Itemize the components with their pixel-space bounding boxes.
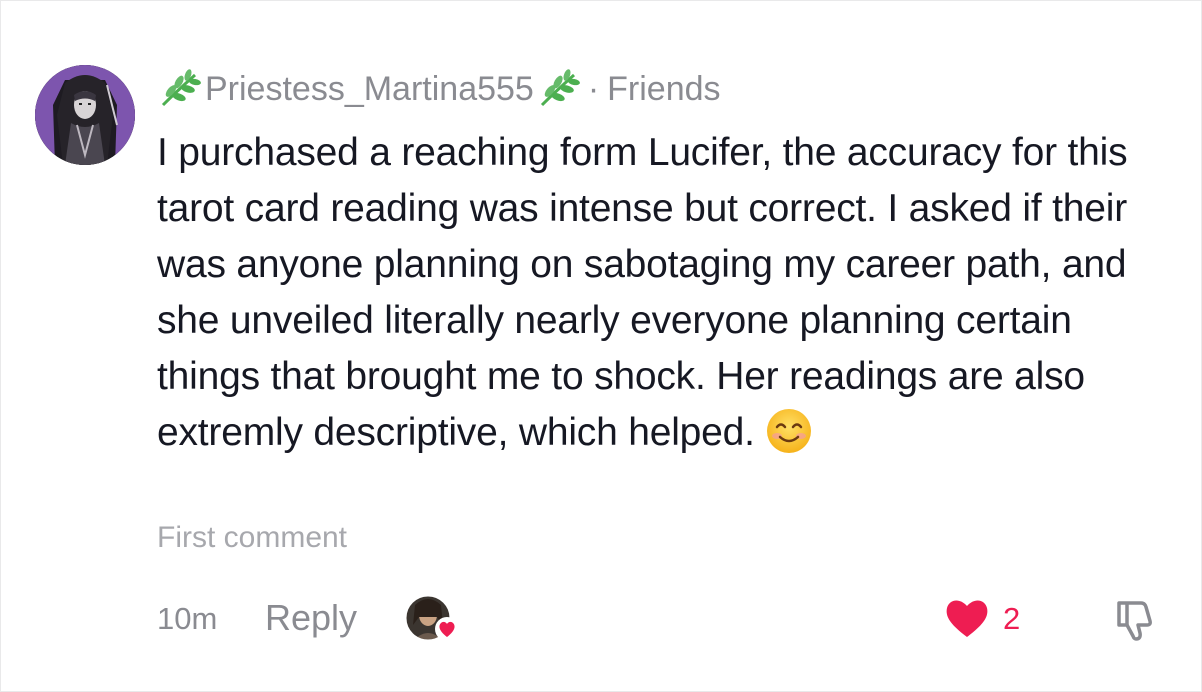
herb-icon <box>157 69 201 109</box>
creator-liked-avatar <box>405 595 459 641</box>
commenter-avatar[interactable] <box>35 65 135 165</box>
comment-timestamp: 10m <box>157 601 218 636</box>
heart-icon <box>435 617 459 641</box>
reply-button[interactable]: Reply <box>265 597 357 639</box>
herb-icon <box>536 69 580 109</box>
comment-footer: 10m Reply 2 <box>157 593 1167 645</box>
comment-header: Priestess_Martina555 · Friends <box>157 63 1167 115</box>
comment-card: Priestess_Martina555 · Friends I purchas… <box>0 0 1202 692</box>
comment-body: Priestess_Martina555 · Friends I purchas… <box>157 63 1167 461</box>
comment-text-content: I purchased a reaching form Lucifer, the… <box>157 131 1128 454</box>
like-heart-icon[interactable] <box>943 595 991 639</box>
commenter-username[interactable]: Priestess_Martina555 <box>205 70 534 109</box>
smiling-face-icon <box>765 407 813 455</box>
thumbs-down-icon[interactable] <box>1111 595 1159 643</box>
first-comment-label: First comment <box>157 521 348 554</box>
like-count: 2 <box>1003 601 1021 636</box>
comment-text: I purchased a reaching form Lucifer, the… <box>157 125 1167 461</box>
relationship-label: Friends <box>607 69 721 108</box>
header-separator: · <box>587 69 600 108</box>
